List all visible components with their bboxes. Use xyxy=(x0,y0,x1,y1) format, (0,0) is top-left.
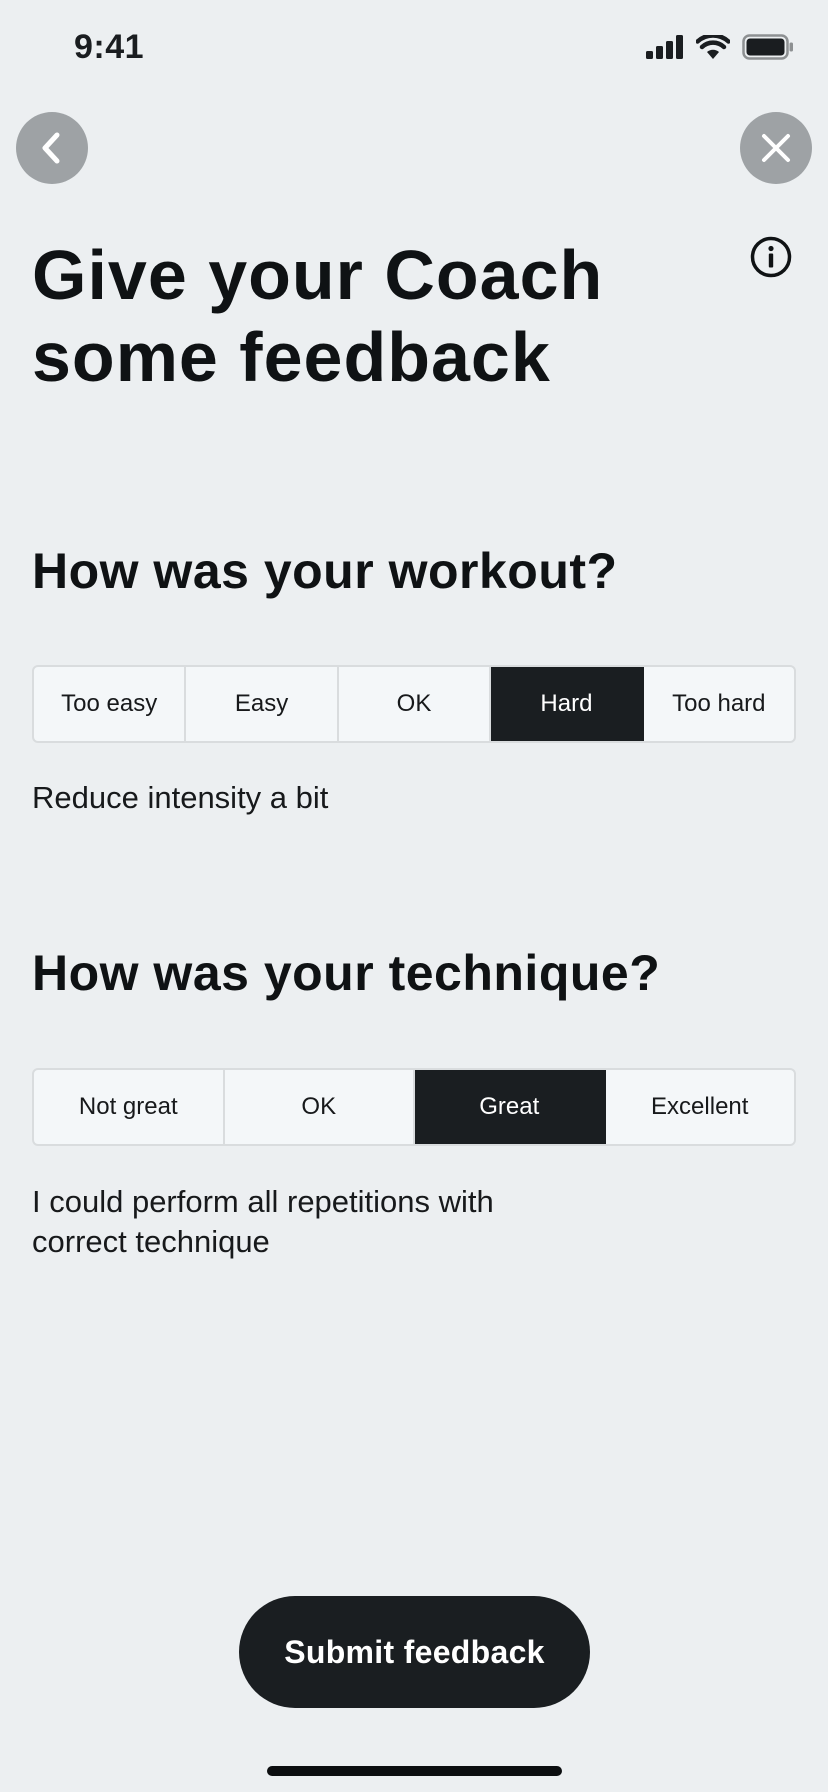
technique-option-great[interactable]: Great xyxy=(415,1070,606,1144)
home-indicator[interactable] xyxy=(267,1766,562,1776)
technique-question: How was your technique? xyxy=(32,945,661,1001)
technique-rating-selector: Not great OK Great Excellent xyxy=(32,1068,796,1146)
info-icon xyxy=(750,236,792,278)
workout-feedback-description: Reduce intensity a bit xyxy=(32,780,329,815)
battery-icon xyxy=(742,34,793,60)
technique-option-not-great[interactable]: Not great xyxy=(34,1070,225,1144)
chevron-left-icon xyxy=(42,132,60,164)
workout-option-ok[interactable]: OK xyxy=(339,667,492,741)
status-bar: 9:41 xyxy=(0,0,828,100)
submit-feedback-button[interactable]: Submit feedback xyxy=(239,1596,590,1708)
workout-difficulty-selector: Too easy Easy OK Hard Too hard xyxy=(32,665,796,743)
back-button[interactable] xyxy=(16,112,88,184)
page-title: Give your Coach some feedback xyxy=(32,236,604,396)
close-button[interactable] xyxy=(740,112,812,184)
wifi-icon xyxy=(696,34,730,59)
workout-option-easy[interactable]: Easy xyxy=(186,667,339,741)
technique-feedback-description: I could perform all repetitions with cor… xyxy=(32,1184,494,1259)
status-time: 9:41 xyxy=(74,28,145,66)
status-icons xyxy=(646,34,794,60)
workout-option-hard[interactable]: Hard xyxy=(491,667,644,741)
info-button[interactable] xyxy=(750,236,792,278)
workout-option-too-easy[interactable]: Too easy xyxy=(34,667,187,741)
technique-option-excellent[interactable]: Excellent xyxy=(606,1070,795,1144)
workout-question: How was your workout? xyxy=(32,543,618,599)
technique-option-ok[interactable]: OK xyxy=(225,1070,415,1144)
signal-icon xyxy=(646,35,683,59)
workout-option-too-hard[interactable]: Too hard xyxy=(644,667,794,741)
close-icon xyxy=(762,134,790,162)
